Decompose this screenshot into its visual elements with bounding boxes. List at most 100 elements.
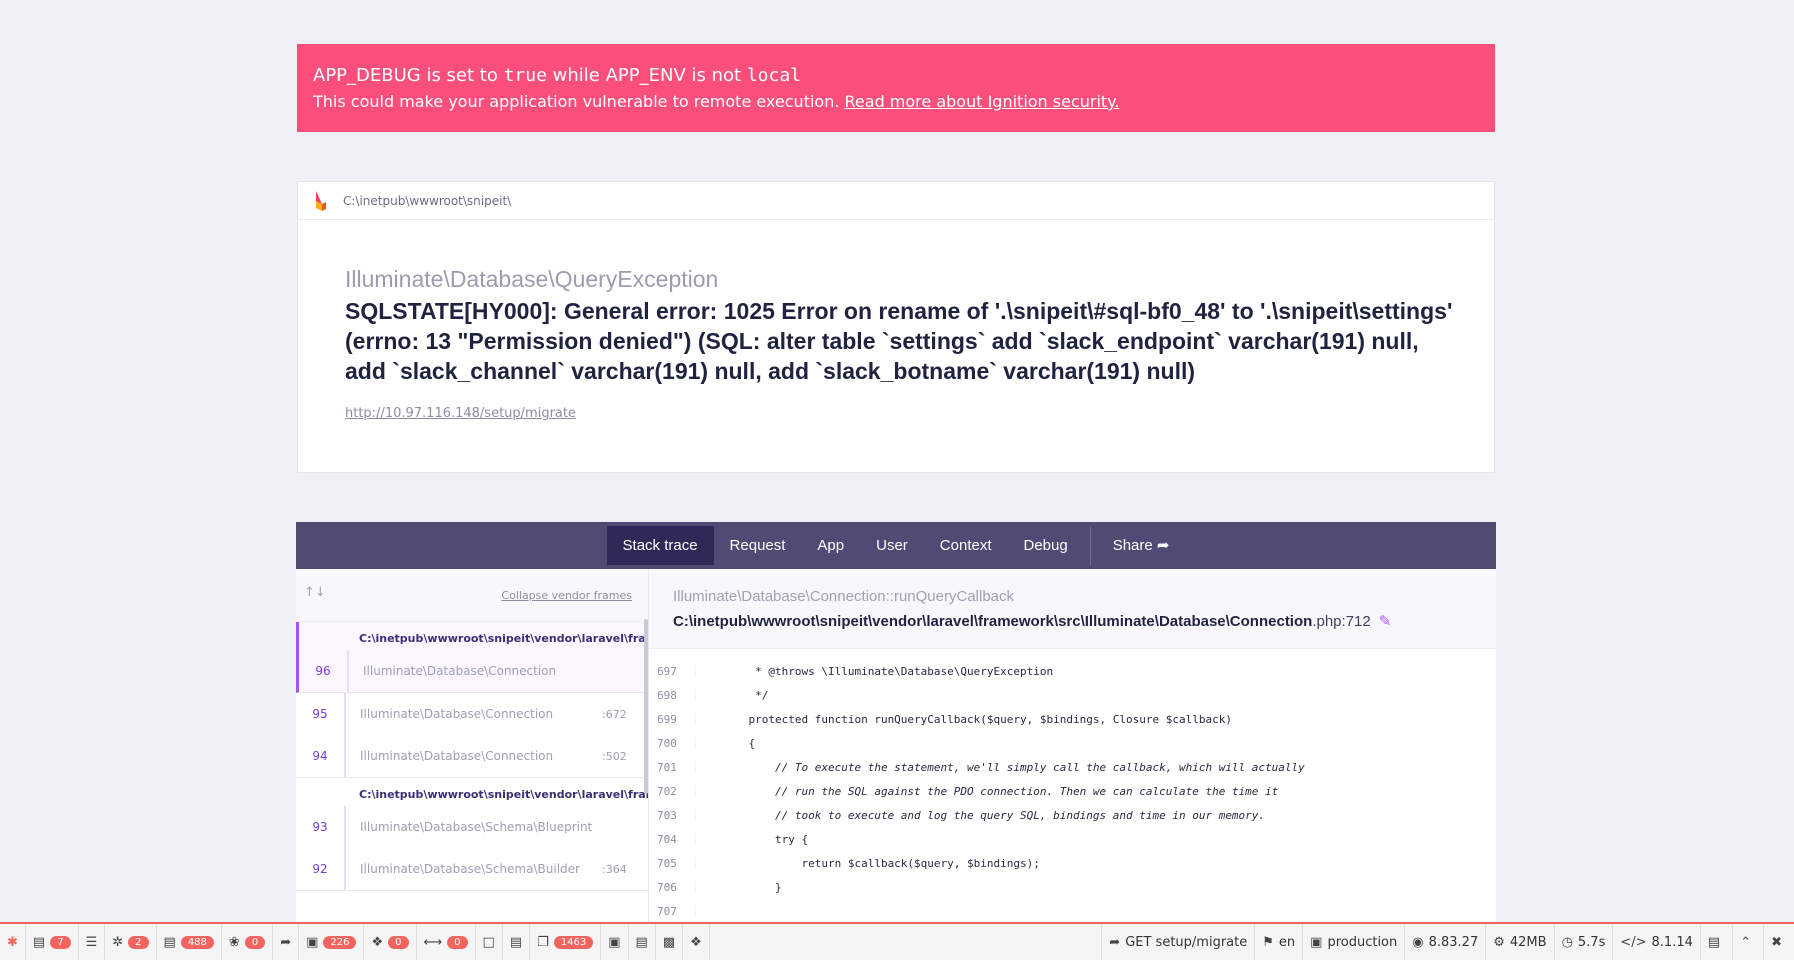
debugbar-close-button[interactable]: ✖ [1763, 924, 1794, 960]
card-header: C:\inetpub\wwwroot\snipeit\ [298, 182, 1494, 220]
warning-message: This could make your application vulnera… [313, 92, 1120, 111]
tab-request[interactable]: Request [714, 526, 802, 565]
clock-icon: ◷ [1561, 934, 1573, 950]
debugbar-exceptions[interactable]: ✲ 2 [105, 924, 157, 960]
desktop-icon: ▣ [1310, 934, 1323, 950]
code-line: 704 try { [649, 827, 1496, 851]
frame-row[interactable]: 96 Illuminate\Database\Connection [299, 650, 648, 692]
debugbar-views[interactable]: ▤ 488 [157, 924, 222, 960]
frame-group-path: C:\inetpub\wwwroot\snipeit\vendor\larave… [359, 632, 648, 645]
frame-row[interactable]: 92 Illuminate\Database\Schema\Builder:364 [296, 848, 648, 890]
share-icon: ➦ [1109, 934, 1121, 950]
debugbar-archive[interactable]: ▩ [656, 924, 684, 960]
flag-icon: ⚑ [1262, 934, 1274, 950]
debugbar-timeline[interactable]: ☰ [79, 924, 106, 960]
warning-title: APP_DEBUG is set to true while APP_ENV i… [313, 65, 802, 86]
exception-card: C:\inetpub\wwwroot\snipeit\ Illuminate\D… [297, 181, 1495, 473]
source-panel: Illuminate\Database\Connection::runQuery… [649, 569, 1496, 922]
frame-group[interactable]: C:\inetpub\wwwroot\snipeit\vendor\larave… [296, 778, 648, 891]
code-line: 700 { [649, 731, 1496, 755]
debugbar-route[interactable]: ❀ 0 [222, 924, 274, 960]
laravel-logo-icon: ✱ [7, 934, 18, 950]
code-line: 707 [649, 899, 1496, 922]
lock-icon: ▣ [608, 934, 621, 950]
inbox-icon: □ [482, 934, 495, 950]
share-button[interactable]: Share ➦ [1097, 526, 1186, 565]
frame-row[interactable]: 93 Illuminate\Database\Schema\Blueprint [296, 806, 648, 848]
frame-row[interactable]: 95 Illuminate\Database\Connection:672 [296, 693, 648, 735]
share-icon: ➦ [1156, 537, 1170, 554]
stack-frames-panel: ↑↓ Collapse vendor frames C:\inetpub\www… [296, 569, 649, 922]
exception-class: Illuminate\Database\QueryException [345, 266, 719, 292]
collapse-vendor-frames-link[interactable]: Collapse vendor frames [501, 589, 632, 602]
bolt-icon: ⟷ [423, 934, 443, 950]
debugbar-inbox[interactable]: □ [476, 924, 503, 960]
messages-icon: ▤ [32, 934, 46, 950]
debugbar-environment[interactable]: ▣ production [1302, 924, 1404, 960]
views-icon: ▤ [163, 934, 176, 950]
share-arrow-icon: ➦ [280, 934, 292, 950]
code-line: 706 } [649, 875, 1496, 899]
sort-arrows-icon[interactable]: ↑↓ [304, 585, 326, 600]
request-url-link[interactable]: http://10.97.116.148/setup/migrate [345, 406, 576, 421]
debugbar-mails[interactable]: ❐ 1463 [530, 924, 602, 960]
code-snippet: 697 * @throws \Illuminate\Database\Query… [649, 659, 1496, 922]
debugbar-queries[interactable]: ▣ 226 [299, 924, 365, 960]
chevron-up-icon: ⌃ [1740, 934, 1752, 950]
folder-open-icon: ▤ [1707, 934, 1721, 950]
frame-method: Illuminate\Database\Connection::runQuery… [673, 588, 1015, 605]
debugbar-tags[interactable]: ❖ [683, 924, 710, 960]
close-icon: ✖ [1771, 934, 1782, 950]
debugbar-models[interactable]: ❖ 0 [364, 924, 417, 960]
archive-icon: ▩ [662, 934, 676, 950]
frames-scrollbar[interactable] [644, 619, 648, 794]
debug-warning-banner: APP_DEBUG is set to true while APP_ENV i… [297, 44, 1495, 132]
frame-group[interactable]: C:\inetpub\wwwroot\snipeit\vendor\larave… [296, 622, 648, 693]
debugbar-session[interactable]: ▤ [629, 924, 656, 960]
leaf-icon: ❀ [228, 934, 240, 950]
tags-icon: ❖ [690, 934, 702, 950]
code-line: 703 // took to execute and log the query… [649, 803, 1496, 827]
debugbar-auth[interactable]: ▣ [601, 924, 629, 960]
tab-stack-trace[interactable]: Stack trace [606, 526, 714, 565]
debugbar-request-route[interactable]: ➦ GET setup/migrate [1101, 924, 1254, 960]
cubes-icon: ❖ [371, 934, 384, 950]
debugbar-redirect[interactable]: ➦ [273, 924, 300, 960]
debugbar-request[interactable]: ▤ [503, 924, 531, 960]
debugbar-laravel-version[interactable]: ◉ 8.83.27 [1404, 924, 1485, 960]
code-line: 701 // To execute the statement, we'll s… [649, 755, 1496, 779]
source-header: Illuminate\Database\Connection::runQuery… [649, 569, 1496, 649]
tab-bar: Stack trace Request App User Context Deb… [296, 522, 1496, 569]
tab-context[interactable]: Context [924, 526, 1008, 565]
list-icon: ▤ [509, 934, 523, 950]
frame-row[interactable]: 94 Illuminate\Database\Connection:502 [296, 735, 648, 777]
tab-app[interactable]: App [801, 526, 860, 565]
window-icon: ▤ [635, 934, 648, 950]
edit-pencil-icon[interactable]: ✎ [1379, 613, 1392, 630]
frame-group-path: C:\inetpub\wwwroot\snipeit\vendor\larave… [359, 788, 648, 801]
app-path: C:\inetpub\wwwroot\snipeit\ [343, 193, 512, 208]
github-icon: ◉ [1412, 934, 1424, 950]
debugbar-php-version[interactable]: </> 8.1.14 [1612, 924, 1700, 960]
copy-icon: ❐ [537, 934, 549, 950]
database-icon: ▣ [306, 934, 319, 950]
debugbar-messages[interactable]: ▤ 7 [26, 924, 79, 960]
debugbar-events[interactable]: ⟷ 0 [417, 924, 476, 960]
tab-user[interactable]: User [860, 526, 924, 565]
code-line: 697 * @throws \Illuminate\Database\Query… [649, 659, 1496, 683]
cogs-icon: ⚙ [1493, 934, 1505, 950]
debugbar: ✱ ▤ 7 ☰ ✲ 2 ▤ 488 ❀ 0 ➦ ▣ 226 ❖ 0 ⟷ 0 □ ▤ ❐ 1463… [0, 922, 1794, 960]
code-line: 699 protected function runQueryCallback(… [649, 707, 1496, 731]
debugbar-locale[interactable]: ⚑ en [1254, 924, 1302, 960]
debugbar-logo[interactable]: ✱ [0, 924, 26, 960]
debugbar-minimize-button[interactable]: ⌃ [1732, 924, 1763, 960]
ignition-logo-icon [314, 190, 326, 211]
ignition-security-link[interactable]: Read more about Ignition security. [845, 92, 1120, 111]
debugbar-open-button[interactable]: ▤ [1699, 924, 1732, 960]
tab-debug[interactable]: Debug [1008, 526, 1084, 565]
debugbar-memory[interactable]: ⚙ 42MB [1485, 924, 1553, 960]
frame-group: 95 Illuminate\Database\Connection:672 94 I… [296, 693, 648, 778]
frame-file: C:\inetpub\wwwroot\snipeit\vendor\larave… [673, 613, 1392, 630]
debugbar-time[interactable]: ◷ 5.7s [1553, 924, 1613, 960]
code-icon: </> [1620, 934, 1647, 950]
